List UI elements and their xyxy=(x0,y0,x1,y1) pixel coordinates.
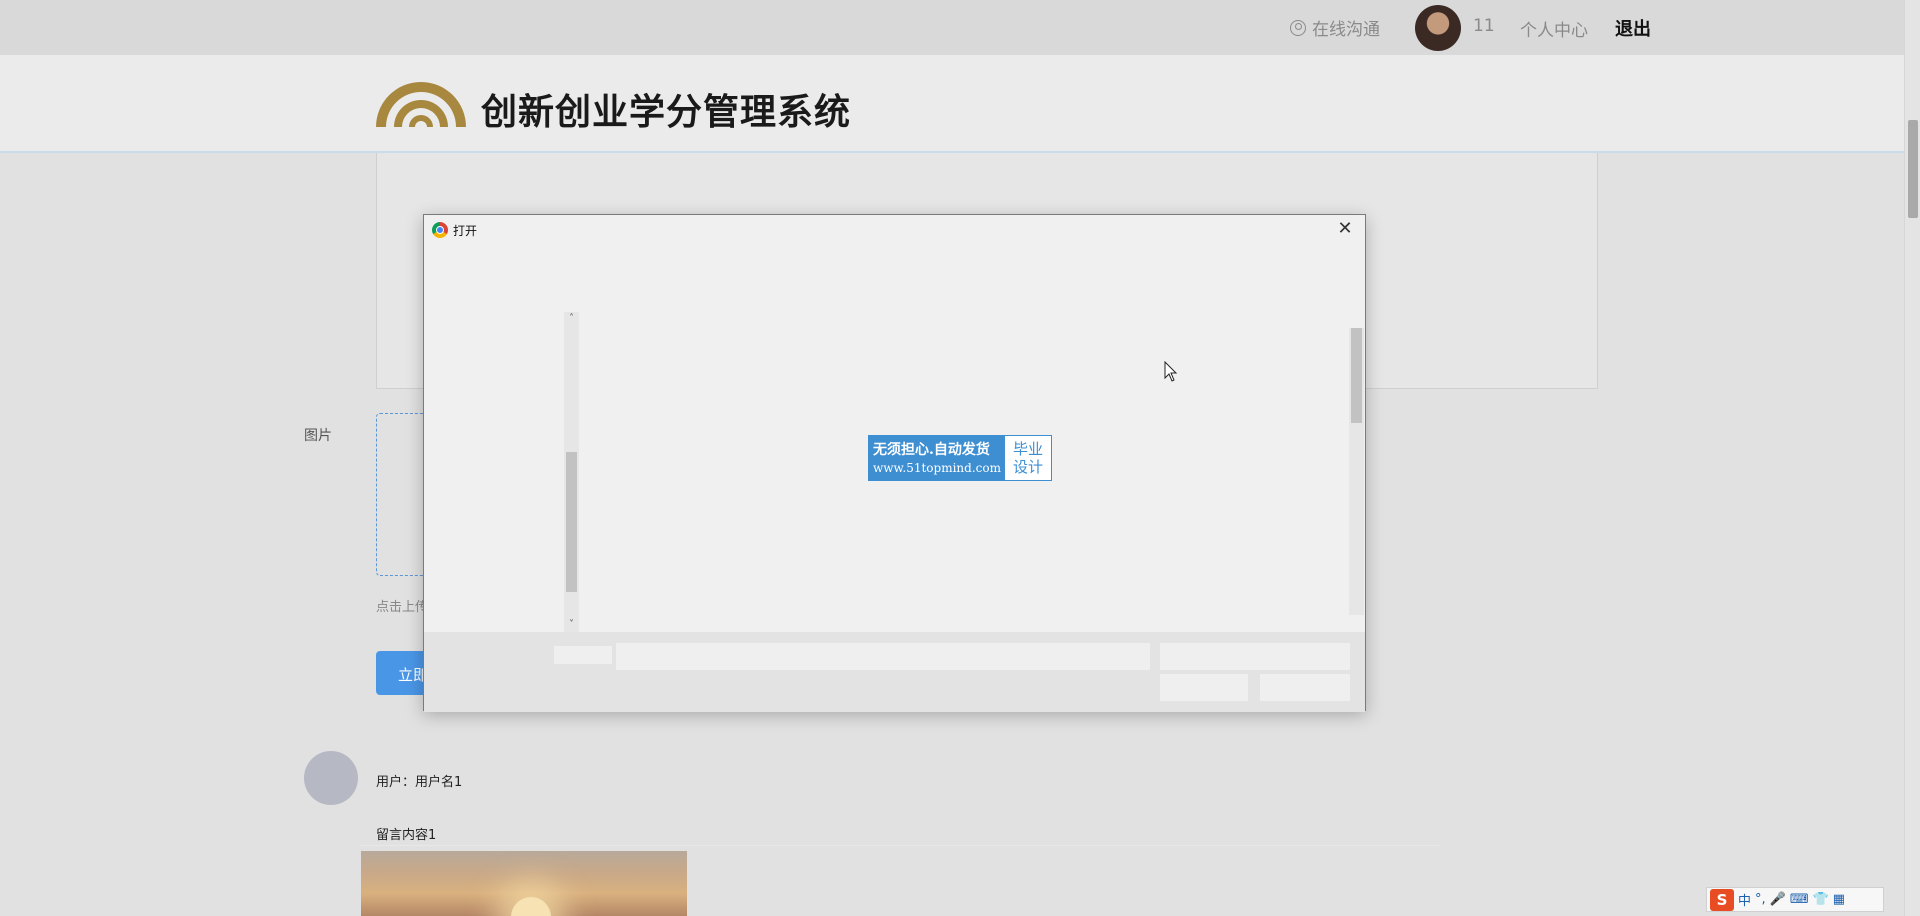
folder-tree-scrollbar[interactable]: ˄ ˅ xyxy=(564,312,579,632)
file-type-select[interactable] xyxy=(1160,643,1350,670)
close-icon[interactable]: ✕ xyxy=(1331,217,1359,241)
dialog-title: 打开 xyxy=(453,224,478,238)
logout-link[interactable]: 退出 xyxy=(1615,15,1651,41)
chrome-icon xyxy=(432,222,448,238)
dialog-bottom-panel xyxy=(424,632,1365,712)
chevron-up-icon[interactable]: ˄ xyxy=(564,312,579,326)
comment-divider xyxy=(360,845,1440,846)
comment-content: 留言内容1 xyxy=(376,828,437,843)
watermark-left: 无须担心.自动发货 www.51topmind.com xyxy=(869,436,1005,480)
microphone-icon[interactable]: 🎤 xyxy=(1770,892,1786,907)
comment-avatar xyxy=(304,751,358,805)
cancel-button[interactable] xyxy=(1260,674,1350,701)
chevron-down-icon[interactable]: ˅ xyxy=(564,618,579,632)
comment-image[interactable] xyxy=(361,851,687,916)
page-scrollbar[interactable] xyxy=(1904,0,1920,916)
personal-center-link[interactable]: 个人中心 xyxy=(1520,16,1588,41)
comment-user-prefix: 用户： xyxy=(376,775,416,790)
mouse-cursor-icon xyxy=(1164,361,1178,382)
watermark-line1: 无须担心.自动发货 xyxy=(873,442,990,458)
username-label: 11 xyxy=(1473,16,1495,36)
watermark-right: 毕业 设计 xyxy=(1005,436,1051,480)
watermark-badge: 无须担心.自动发货 www.51topmind.com 毕业 设计 xyxy=(868,435,1052,481)
image-field-label: 图片 xyxy=(304,428,332,444)
keyboard-icon[interactable]: ⌨ xyxy=(1790,892,1809,907)
top-bar: 在线沟通 11 个人中心 退出 xyxy=(0,0,1904,55)
filename-input[interactable] xyxy=(616,643,1150,670)
watermark-line2: www.51topmind.com xyxy=(873,461,1001,475)
watermark-right-line1: 毕业 xyxy=(1012,440,1043,458)
open-button[interactable] xyxy=(1160,674,1248,701)
filename-label xyxy=(554,646,612,664)
system-logo xyxy=(376,82,466,127)
ime-punct-icon[interactable]: °, xyxy=(1755,892,1766,907)
comment-user: 用户： 用户名1 xyxy=(376,771,462,790)
online-chat-link[interactable]: 在线沟通 xyxy=(1290,15,1380,40)
site-header: 创新创业学分管理系统 xyxy=(0,55,1904,153)
upload-tip: 点击上传 xyxy=(376,600,429,615)
sogou-logo-icon[interactable]: S xyxy=(1710,888,1734,911)
grid-menu-icon[interactable]: ▦ xyxy=(1833,892,1845,907)
file-list-scrollbar[interactable] xyxy=(1349,328,1364,615)
watermark-right-line2: 设计 xyxy=(1012,458,1043,476)
folder-tree-scrollbar-thumb[interactable] xyxy=(566,452,577,592)
user-avatar[interactable] xyxy=(1415,5,1461,51)
online-chat-label: 在线沟通 xyxy=(1312,20,1380,40)
page-scrollbar-thumb[interactable] xyxy=(1908,120,1918,218)
system-title: 创新创业学分管理系统 xyxy=(481,92,852,133)
ime-mode-toggle[interactable]: 中 xyxy=(1738,890,1751,909)
skin-icon[interactable]: 👕 xyxy=(1813,892,1829,907)
file-list-scrollbar-thumb[interactable] xyxy=(1351,328,1362,423)
file-open-dialog: 打开 ✕ ˄ ˅ 无须担心.自动发货 www.51topmind.com 毕业 … xyxy=(423,214,1366,712)
dialog-titlebar[interactable]: 打开 ✕ xyxy=(424,215,1365,245)
user-circle-icon xyxy=(1290,19,1306,36)
ime-toolbar: S 中 °, 🎤 ⌨ 👕 ▦ xyxy=(1706,887,1884,912)
comment-user-name: 用户名1 xyxy=(415,775,463,790)
